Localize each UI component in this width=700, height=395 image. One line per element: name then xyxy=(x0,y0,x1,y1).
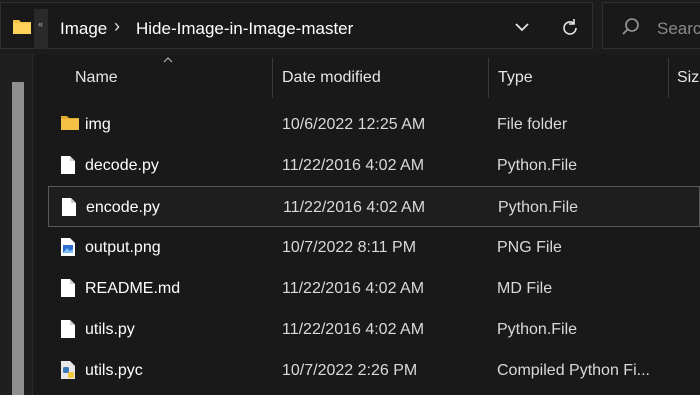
list-item-selected[interactable]: encode.py 11/22/2016 4:02 AM Python.File xyxy=(48,186,700,227)
file-name: output.png xyxy=(85,239,161,256)
column-divider[interactable] xyxy=(488,58,489,98)
file-icon xyxy=(62,198,76,216)
file-date: 11/22/2016 4:02 AM xyxy=(282,157,425,174)
file-name: utils.pyc xyxy=(85,362,143,379)
file-name: decode.py xyxy=(85,157,159,174)
chevron-down-icon[interactable] xyxy=(511,15,533,39)
file-type: Python.File xyxy=(497,321,578,338)
search-placeholder: Searc xyxy=(657,19,700,38)
breadcrumb-overflow-icon: « xyxy=(38,19,44,29)
file-date: 10/7/2022 8:11 PM xyxy=(282,239,417,256)
file-type: File folder xyxy=(497,116,568,133)
column-divider[interactable] xyxy=(272,58,273,98)
scrollbar-thumb[interactable] xyxy=(12,82,24,395)
breadcrumb-item-current[interactable]: Hide-Image-in-Image-master xyxy=(136,19,353,39)
folder-icon xyxy=(61,116,79,130)
file-name: img xyxy=(85,116,111,133)
file-date: 11/22/2016 4:02 AM xyxy=(282,321,425,338)
file-name: encode.py xyxy=(86,199,160,216)
file-type: Python.File xyxy=(497,157,578,174)
file-name: README.md xyxy=(85,280,181,297)
column-type[interactable]: Type xyxy=(498,69,533,87)
column-name[interactable]: Name xyxy=(75,69,118,87)
search-box[interactable]: Searc xyxy=(602,2,700,49)
title-bar: « Image › Hide-Image-in-Image-master Sea… xyxy=(0,0,700,54)
address-bar[interactable]: « Image › Hide-Image-in-Image-master xyxy=(0,2,593,49)
column-size[interactable]: Siz xyxy=(677,69,699,87)
file-type: MD File xyxy=(497,280,553,297)
file-icon xyxy=(61,279,75,297)
list-item[interactable]: README.md 11/22/2016 4:02 AM MD File xyxy=(48,268,700,309)
column-divider[interactable] xyxy=(668,58,669,98)
list-item[interactable]: decode.py 11/22/2016 4:02 AM Python.File xyxy=(48,145,700,186)
breadcrumb-item-image[interactable]: Image xyxy=(60,19,107,39)
list-item[interactable]: img 10/6/2022 12:25 AM File folder xyxy=(48,104,700,145)
python-compiled-icon xyxy=(61,361,75,379)
file-icon xyxy=(61,320,75,338)
file-type: PNG File xyxy=(497,239,562,256)
column-header: Name Date modified Type Siz xyxy=(0,56,700,100)
file-icon xyxy=(61,156,75,174)
file-date: 10/7/2022 2:26 PM xyxy=(282,362,418,379)
file-type: Python.File xyxy=(498,199,579,216)
sort-ascending-icon xyxy=(163,57,173,63)
file-date: 10/6/2022 12:25 AM xyxy=(282,116,426,133)
list-item[interactable]: utils.pyc 10/7/2022 2:26 PM Compiled Pyt… xyxy=(48,350,700,391)
image-file-icon xyxy=(61,238,75,256)
file-name: utils.py xyxy=(85,321,135,338)
list-item[interactable]: output.png 10/7/2022 8:11 PM PNG File xyxy=(48,227,700,268)
list-item[interactable]: utils.py 11/22/2016 4:02 AM Python.File xyxy=(48,309,700,350)
file-type: Compiled Python Fi... xyxy=(497,362,650,379)
folder-icon xyxy=(13,20,31,34)
breadcrumb-separator[interactable]: › xyxy=(114,16,120,37)
file-date: 11/22/2016 4:02 AM xyxy=(283,199,426,216)
file-date: 11/22/2016 4:02 AM xyxy=(282,280,425,297)
breadcrumb-overflow-button[interactable] xyxy=(34,9,48,49)
search-icon xyxy=(622,18,639,35)
column-date-modified[interactable]: Date modified xyxy=(282,69,381,87)
refresh-icon[interactable] xyxy=(558,16,582,40)
